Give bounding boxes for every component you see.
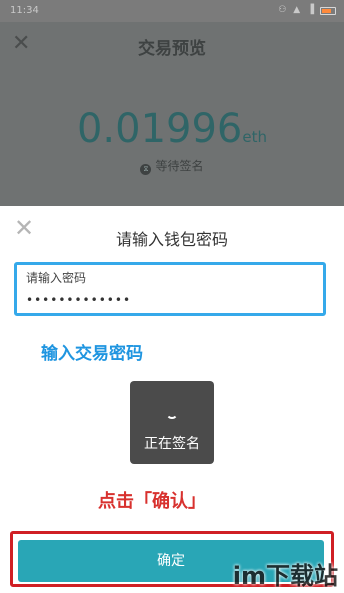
sheet-title: 请输入钱包密码 [115, 230, 228, 249]
watermark-logo: im下载站 [232, 562, 338, 590]
toast-label: 正在签名 [144, 436, 200, 452]
battery-icon [320, 7, 336, 15]
status-time: 11:34 [10, 5, 39, 16]
signal-icons: ⚇ ▲ ▐ [278, 5, 316, 15]
password-input[interactable]: ••••••••••••• [26, 293, 131, 307]
status-text: 等待签名 [155, 159, 204, 173]
status-bar: 11:34 ⚇ ▲ ▐ [0, 0, 344, 22]
amount-value: 0.01996 [76, 106, 243, 152]
amount-unit: eth [242, 128, 268, 146]
annotation-enter-password: 输入交易密码 [41, 344, 143, 364]
signature-status: ⧖ 等待签名 [0, 157, 344, 175]
signing-toast: 正在签名 [130, 381, 214, 464]
password-label: 请输入密码 [26, 271, 87, 285]
spinner-icon [166, 407, 178, 419]
page-title: 交易预览 [138, 39, 206, 59]
hourglass-icon: ⧖ [140, 164, 152, 175]
transaction-preview-screen: ✕ 交易预览 0.01996eth ⧖ 等待签名 [0, 22, 344, 206]
password-field[interactable]: 请输入密码 ••••••••••••• [14, 262, 326, 316]
transaction-amount: 0.01996eth [0, 106, 344, 152]
annotation-click-confirm: 点击「确认」 [98, 491, 206, 512]
